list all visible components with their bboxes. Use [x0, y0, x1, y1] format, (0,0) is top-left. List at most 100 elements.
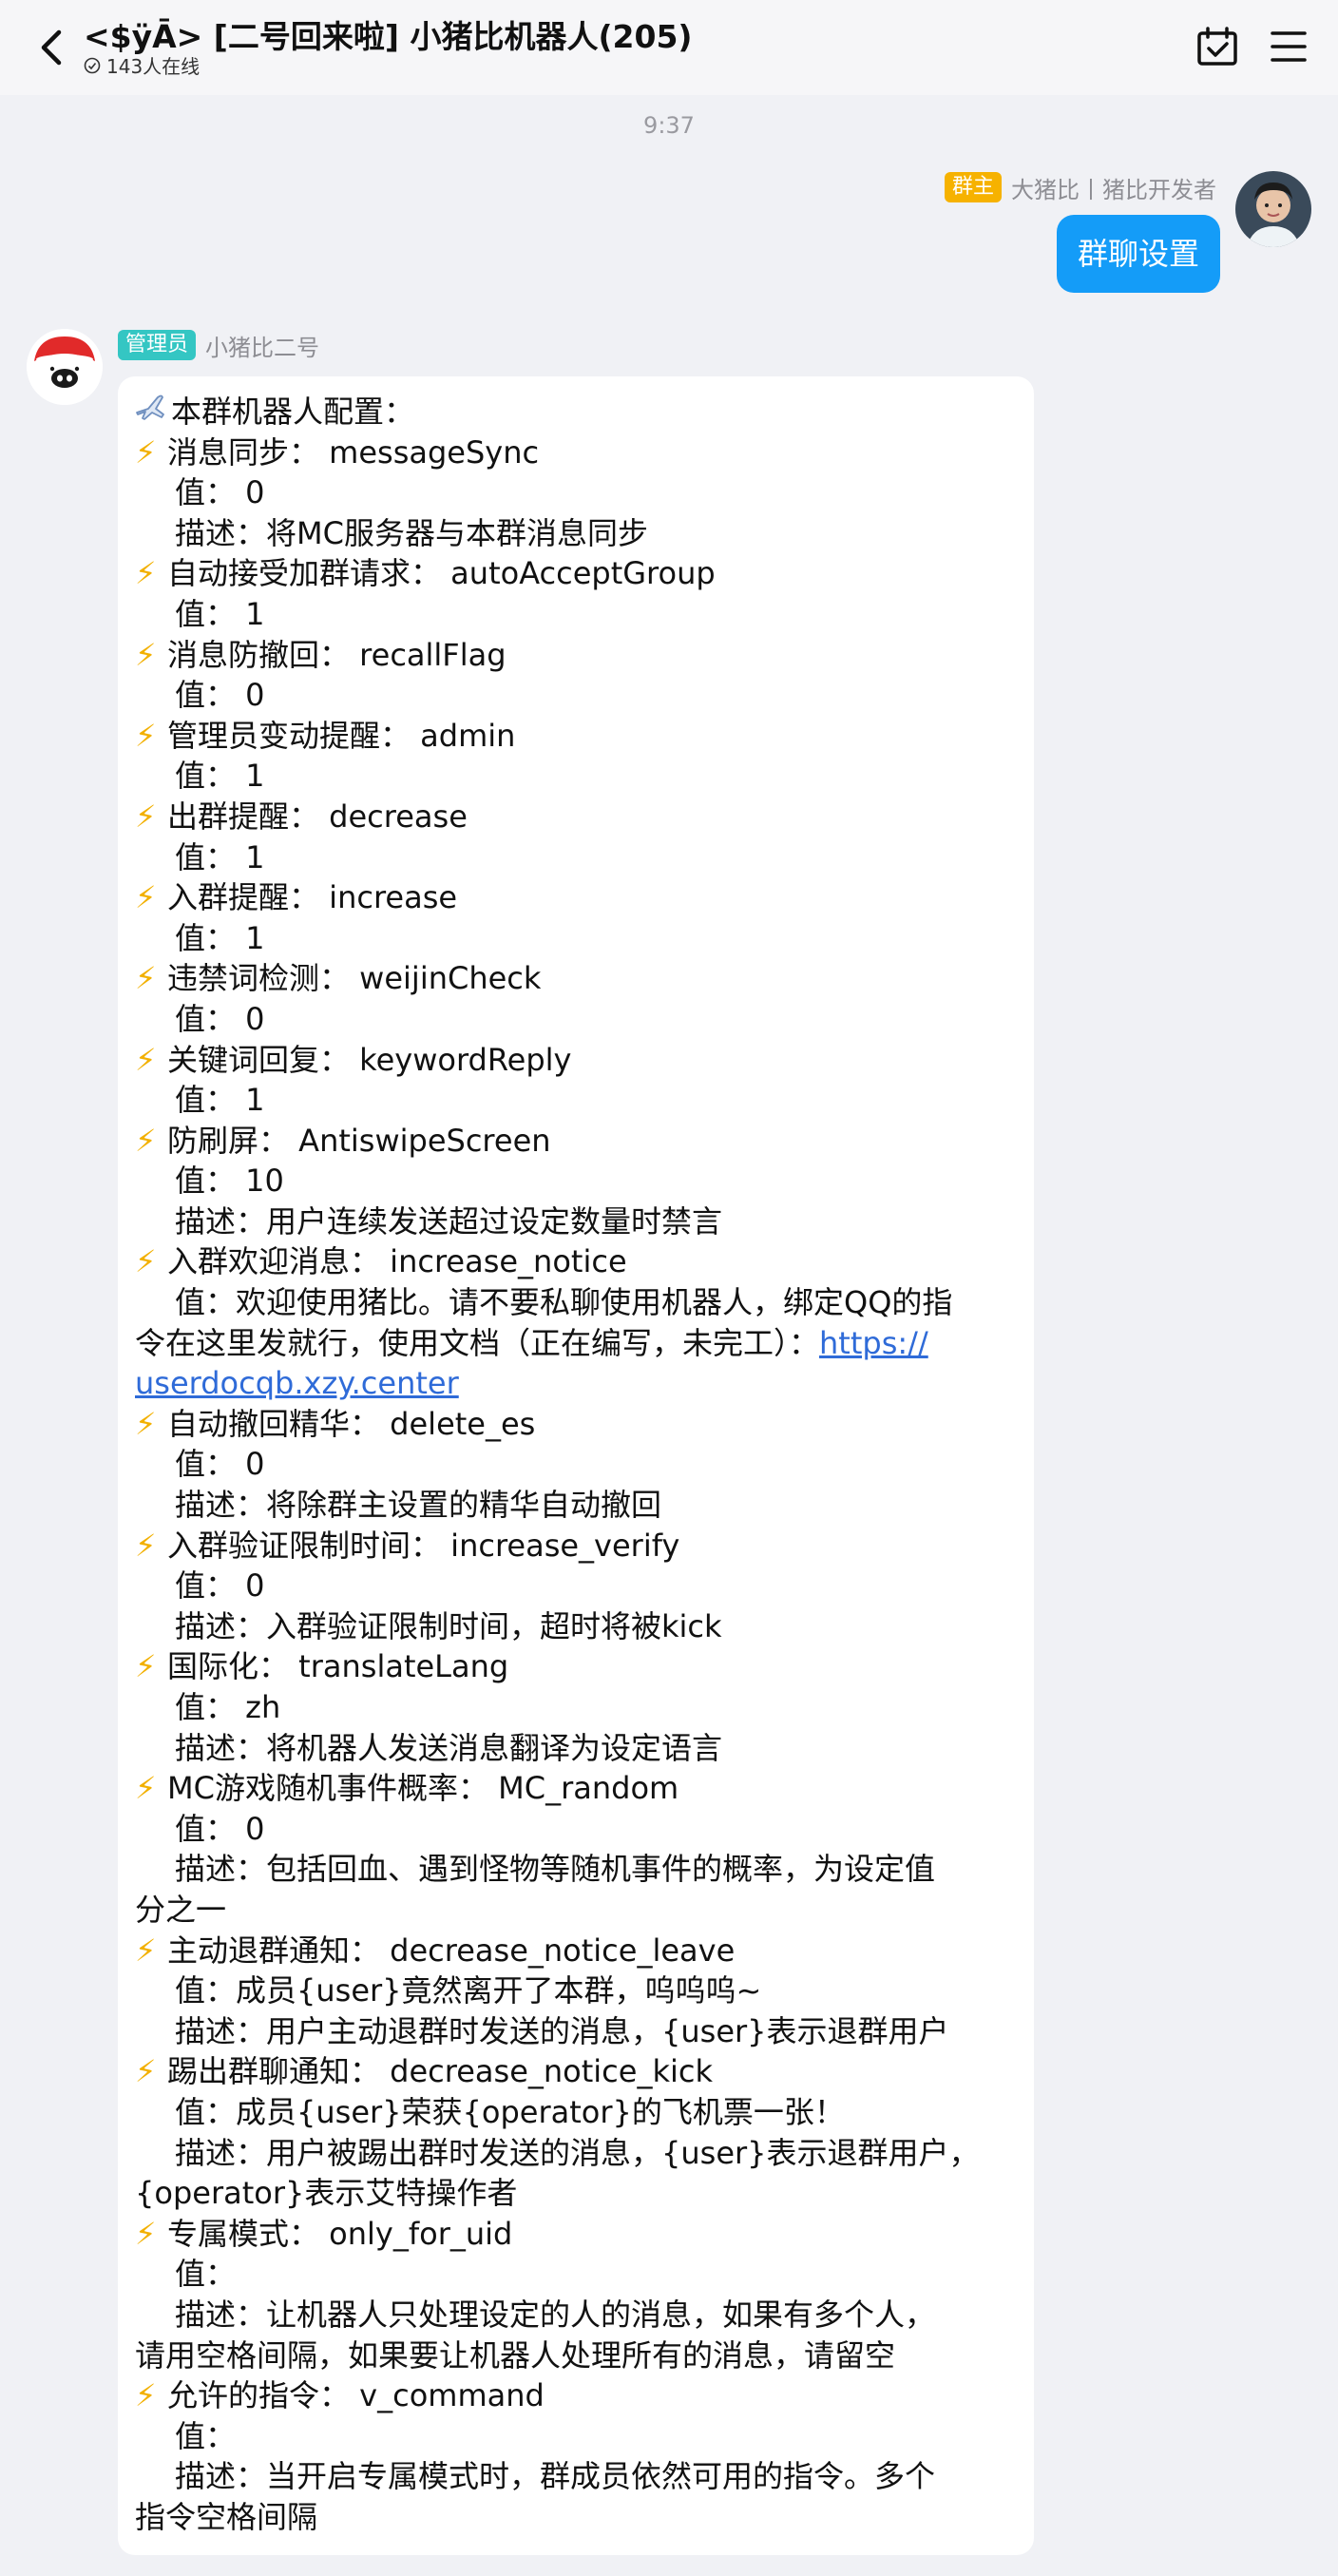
doc-link[interactable]: https://	[819, 1325, 928, 1361]
config-item-value: 值：	[175, 2256, 237, 2293]
config-item-title: ⚡ 消息防撤回： recallFlag	[135, 635, 1015, 676]
config-item-desc: 描述：用户主动退群时发送的消息，{user}表示退群用户	[175, 2012, 949, 2049]
line-text: 自动撤回精华： delete_es	[167, 1405, 536, 1442]
lightning-bolt-icon: ⚡	[135, 1041, 157, 1078]
line-text: 关键词回复： keywordReply	[167, 1041, 572, 1078]
config-item-title: ⚡ 入群提醒： increase	[135, 877, 1015, 918]
lightning-bolt-icon: ⚡	[135, 1243, 157, 1280]
config-item-value: 值： 0	[175, 474, 265, 511]
lightning-bolt-icon: ⚡	[135, 1405, 157, 1442]
config-item-title: ⚡ MC游戏随机事件概率： MC_random	[135, 1768, 1015, 1809]
config-item-desc-cont: 指令空格间隔	[135, 2498, 318, 2535]
config-item-value: 值： 1	[175, 1082, 265, 1119]
clock-icon	[84, 57, 101, 73]
lightning-bolt-icon: ⚡	[135, 2377, 157, 2414]
config-item-title: ⚡ 管理员变动提醒： admin	[135, 716, 1015, 757]
config-item-title: ⚡ 国际化： translateLang	[135, 1646, 1015, 1687]
chat-header: <$ÿĀ> [二号回来啦] 小猪比机器人(205) 143人在线	[0, 0, 1338, 95]
line-text: 允许的指令： v_command	[167, 2377, 545, 2414]
back-icon[interactable]	[34, 27, 72, 68]
config-item-desc: 描述：入群验证限制时间，超时将被kick	[175, 1607, 722, 1644]
admin-badge: 管理员	[118, 330, 197, 360]
owner-message-bubble[interactable]: 群聊设置	[1056, 215, 1220, 293]
config-item-value: 值：欢迎使用猪比。请不要私聊使用机器人，绑定QQ的指	[175, 1284, 953, 1321]
config-item-desc: 描述：包括回血、遇到怪物等随机事件的概率，为设定值	[175, 1851, 936, 1888]
config-header-line: 本群机器人配置：	[135, 392, 1015, 433]
doc-link-cont[interactable]: userdocqb.xzy.center	[135, 1365, 459, 1401]
owner-avatar-image	[1235, 171, 1311, 247]
config-item-title: ⚡ 允许的指令： v_command	[135, 2375, 1015, 2416]
bot-avatar[interactable]	[27, 329, 103, 405]
airplane-icon	[135, 392, 171, 433]
config-item-value-cont: 令在这里发就行，使用文档（正在编写，未完工）：https://	[135, 1323, 1015, 1364]
owner-badge: 群主	[944, 172, 1002, 202]
owner-sender-name[interactable]: 大猪比丨猪比开发者	[1011, 171, 1216, 204]
line-text: 令在这里发就行，使用文档（正在编写，未完工）：	[135, 1324, 820, 1361]
bot-sender-name[interactable]: 小猪比二号	[205, 329, 319, 362]
bot-sender-row: 管理员 小猪比二号	[118, 329, 319, 361]
hamburger-menu-icon[interactable]	[1270, 29, 1308, 65]
config-item-desc: 描述：当开启专属模式时，群成员依然可用的指令。多个	[175, 2458, 936, 2495]
online-count: 143人在线	[84, 51, 200, 79]
config-item-value-cont: userdocqb.xzy.center	[135, 1363, 1015, 1404]
line-text: MC游戏随机事件概率： MC_random	[167, 1770, 679, 1807]
config-item-value: 值： 0	[175, 1810, 265, 1847]
config-item-value: 值： zh	[175, 1689, 281, 1725]
lightning-bolt-icon: ⚡	[135, 1932, 157, 1969]
config-item-desc: 描述：将除群主设置的精华自动撤回	[175, 1487, 662, 1524]
config-item-title: ⚡ 关键词回复： keywordReply	[135, 1040, 1015, 1081]
config-item-value: 值：	[175, 2417, 237, 2454]
config-item-value: 值： 0	[175, 1000, 265, 1037]
config-item-title: ⚡ 踢出群聊通知： decrease_notice_kick	[135, 2051, 1015, 2092]
lightning-bolt-icon: ⚡	[135, 1770, 157, 1807]
chat-title: <$ÿĀ> [二号回来啦] 小猪比机器人(205)	[84, 18, 693, 55]
config-item-desc: 描述：用户连续发送超过设定数量时禁言	[175, 1202, 723, 1240]
online-count-text: 143人在线	[106, 55, 201, 78]
config-item-value: 值：成员{user}荣获{operator}的飞机票一张！	[175, 2093, 845, 2130]
config-item-value: 值： 1	[175, 595, 265, 632]
lightning-bolt-icon: ⚡	[135, 433, 157, 471]
line-text: 消息防撤回： recallFlag	[167, 636, 507, 673]
config-item-title: ⚡ 入群验证限制时间： increase_verify	[135, 1526, 1015, 1567]
config-item-desc-cont: {operator}表示艾特操作者	[135, 2175, 518, 2212]
owner-avatar[interactable]	[1235, 171, 1311, 247]
line-text: 入群欢迎消息： increase_notice	[167, 1243, 627, 1280]
config-item-desc: 描述：将MC服务器与本群消息同步	[175, 514, 648, 551]
line-text: 自动接受加群请求： autoAcceptGroup	[167, 555, 716, 592]
line-text: 消息同步： messageSync	[167, 433, 540, 471]
line-text: 出群提醒： decrease	[167, 798, 468, 835]
config-item-value: 值： 1	[175, 838, 265, 875]
line-text: 专属模式： only_for_uid	[167, 2215, 513, 2252]
config-item-title: ⚡ 出群提醒： decrease	[135, 797, 1015, 837]
lightning-bolt-icon: ⚡	[135, 636, 157, 673]
line-text: 入群验证限制时间： increase_verify	[167, 1527, 680, 1564]
config-item-value: 值： 1	[175, 758, 265, 795]
config-item-desc-cont: 分之一	[135, 1891, 227, 1928]
message-timestamp: 9:37	[643, 112, 695, 139]
config-item-title: ⚡ 入群欢迎消息： increase_notice	[135, 1241, 1015, 1282]
config-item-desc: 描述：让机器人只处理设定的人的消息，如果有多个人，	[175, 2296, 936, 2333]
lightning-bolt-icon: ⚡	[135, 555, 157, 592]
line-text: 管理员变动提醒： admin	[167, 717, 516, 754]
line-text: 入群提醒： increase	[167, 879, 458, 916]
lightning-bolt-icon: ⚡	[135, 1527, 157, 1564]
config-item-title: ⚡ 消息同步： messageSync	[135, 433, 1015, 473]
config-item-value: 值： 0	[175, 677, 265, 714]
calendar-check-icon[interactable]	[1195, 25, 1239, 68]
lightning-bolt-icon: ⚡	[135, 798, 157, 835]
config-item-value: 值： 0	[175, 1446, 265, 1483]
config-item-title: ⚡ 防刷屏： AntiswipeScreen	[135, 1121, 1015, 1162]
config-item-value: 值： 10	[175, 1163, 284, 1200]
config-item-desc: 描述：用户被踢出群时发送的消息，{user}表示退群用户，	[175, 2134, 980, 2171]
line-text: 主动退群通知： decrease_notice_leave	[167, 1932, 736, 1969]
lightning-bolt-icon: ⚡	[135, 2053, 157, 2090]
config-item-title: ⚡ 专属模式： only_for_uid	[135, 2214, 1015, 2255]
config-item-title: ⚡ 自动撤回精华： delete_es	[135, 1404, 1015, 1445]
line-text: 国际化： translateLang	[167, 1648, 509, 1685]
lightning-bolt-icon: ⚡	[135, 717, 157, 754]
config-item-title: ⚡ 违禁词检测： weijinCheck	[135, 958, 1015, 999]
config-item-value: 值：成员{user}竟然离开了本群，呜呜呜~	[175, 1972, 762, 2009]
line-text: 踢出群聊通知： decrease_notice_kick	[167, 2053, 714, 2090]
bot-message-bubble[interactable]: 本群机器人配置： ⚡ 消息同步： messageSync 值： 0 描述：将MC服…	[118, 376, 1034, 2555]
owner-sender-row: 群主 大猪比丨猪比开发者	[944, 171, 1216, 204]
